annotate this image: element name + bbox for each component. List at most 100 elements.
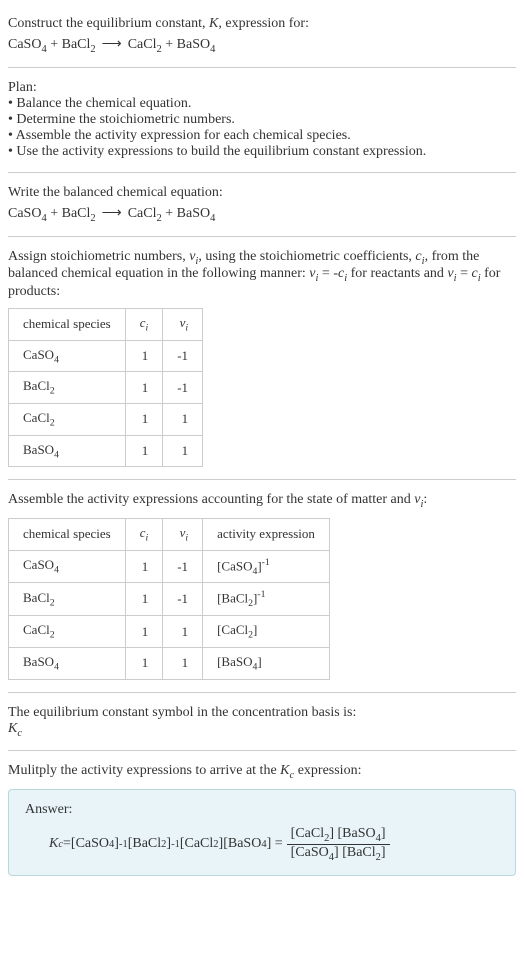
td-v: 1 (163, 647, 203, 679)
td-activity: [CaCl2] (203, 616, 330, 648)
table-row: CaCl2 1 1 [CaCl2] (9, 616, 330, 648)
td-species: CaSO4 (9, 550, 126, 583)
multiply-p2: expression: (294, 763, 361, 778)
plan-item: Assemble the activity expression for eac… (8, 128, 516, 144)
td-c: 1 (125, 403, 163, 435)
th-c: ci (125, 309, 163, 341)
table-header-row: chemical species ci νi activity expressi… (9, 518, 330, 550)
td-v: -1 (163, 550, 203, 583)
eq1b: = - (318, 266, 338, 281)
balanced-section: Write the balanced chemical equation: Ca… (8, 177, 516, 232)
denominator: [CaSO4] [BaCl2] (287, 845, 390, 863)
td-activity: [BaCl2]-1 (203, 583, 330, 616)
plan-item: Determine the stoichiometric numbers. (8, 112, 516, 128)
eq: = (63, 836, 71, 852)
plan-item: Use the activity expressions to build th… (8, 144, 516, 160)
divider (8, 750, 516, 751)
product1: CaCl (128, 37, 157, 52)
assemble-text: Assemble the activity expressions accoun… (8, 492, 516, 510)
td-c: 1 (125, 550, 163, 583)
intro-line1: Construct the equilibrium constant, (8, 16, 209, 31)
reactant2-sub: 2 (90, 213, 95, 224)
k: K (49, 836, 58, 852)
answer-label: Answer: (25, 802, 499, 818)
td-species: BaCl2 (9, 372, 126, 404)
plus1: + (47, 37, 62, 52)
td-activity: [BaSO4] (203, 647, 330, 679)
table-row: CaCl2 1 1 (9, 403, 203, 435)
td-species: CaCl2 (9, 403, 126, 435)
assign-p4: for reactants and (347, 266, 447, 281)
divider (8, 172, 516, 173)
answer-box: Answer: Kc = [CaSO4]-1 [BaCl2]-1 [CaCl2]… (8, 789, 516, 876)
assign-text: Assign stoichiometric numbers, νi, using… (8, 249, 516, 301)
fraction: [CaCl2] [BaSO4] [CaSO4] [BaCl2] (287, 826, 390, 863)
td-v: 1 (163, 403, 203, 435)
product2-sub: 4 (210, 44, 215, 55)
td-c: 1 (125, 340, 163, 372)
td-c: 1 (125, 372, 163, 404)
balanced-title: Write the balanced chemical equation: (8, 185, 516, 201)
table-header-row: chemical species ci νi (9, 309, 203, 341)
k: K (280, 763, 289, 778)
intro-section: Construct the equilibrium constant, K, e… (8, 8, 516, 63)
th-c: ci (125, 518, 163, 550)
divider (8, 236, 516, 237)
td-species: CaCl2 (9, 616, 126, 648)
product2-sub: 4 (210, 213, 215, 224)
td-c: 1 (125, 647, 163, 679)
divider (8, 692, 516, 693)
th-nu: νi (163, 518, 203, 550)
td-v: 1 (163, 435, 203, 467)
td-c: 1 (125, 616, 163, 648)
arrow1: ⟶ (102, 37, 122, 52)
stoich-table: chemical species ci νi CaSO4 1 -1 BaCl2 … (8, 308, 203, 467)
td-species: CaSO4 (9, 340, 126, 372)
activity-table: chemical species ci νi activity expressi… (8, 518, 330, 680)
kc-symbol: Kc (8, 721, 516, 739)
table-row: BaSO4 1 1 (9, 435, 203, 467)
plan-list: Balance the chemical equation. Determine… (8, 96, 516, 160)
assign-section: Assign stoichiometric numbers, νi, using… (8, 241, 516, 476)
product2: BaSO (177, 37, 210, 52)
th-nu: νi (163, 309, 203, 341)
assign-p1: Assign stoichiometric numbers, (8, 249, 189, 264)
eq2b: = (457, 266, 472, 281)
equation-1: CaSO4 + BaCl2⟶CaCl2 + BaSO4 (8, 36, 516, 55)
intro-text: Construct the equilibrium constant, K, e… (8, 16, 516, 32)
assemble-p1: Assemble the activity expressions accoun… (8, 492, 414, 507)
intro-line1b: , expression for: (218, 16, 309, 31)
plan-item: Balance the chemical equation. (8, 96, 516, 112)
table-row: CaSO4 1 -1 (9, 340, 203, 372)
td-v: -1 (163, 340, 203, 372)
table-row: BaCl2 1 -1 [BaCl2]-1 (9, 583, 330, 616)
k-symbol: K (209, 16, 218, 31)
divider (8, 67, 516, 68)
reactant1: CaSO (8, 206, 41, 221)
td-species: BaSO4 (9, 435, 126, 467)
product1: CaCl (128, 206, 157, 221)
td-c: 1 (125, 435, 163, 467)
equation-2: CaSO4 + BaCl2⟶CaCl2 + BaSO4 (8, 205, 516, 224)
multiply-section: Mulitply the activity expressions to arr… (8, 755, 516, 883)
assemble-section: Assemble the activity expressions accoun… (8, 484, 516, 687)
table-row: CaSO4 1 -1 [CaSO4]-1 (9, 550, 330, 583)
plus1: + (47, 206, 62, 221)
assemble-p2: : (423, 492, 427, 507)
plus2: + (162, 206, 177, 221)
reactant2: BaCl (62, 37, 91, 52)
table-row: BaCl2 1 -1 (9, 372, 203, 404)
td-c: 1 (125, 583, 163, 616)
answer-equation: Kc = [CaSO4]-1 [BaCl2]-1 [CaCl2] [BaSO4]… (25, 826, 499, 863)
table-row: BaSO4 1 1 [BaSO4] (9, 647, 330, 679)
product2: BaSO (177, 206, 210, 221)
reactant2-sub: 2 (90, 44, 95, 55)
numerator: [CaCl2] [BaSO4] (287, 826, 390, 845)
td-v: -1 (163, 372, 203, 404)
reactant1: CaSO (8, 37, 41, 52)
td-species: BaSO4 (9, 647, 126, 679)
plus2: + (162, 37, 177, 52)
td-v: 1 (163, 616, 203, 648)
eqconst-section: The equilibrium constant symbol in the c… (8, 697, 516, 747)
multiply-p1: Mulitply the activity expressions to arr… (8, 763, 280, 778)
